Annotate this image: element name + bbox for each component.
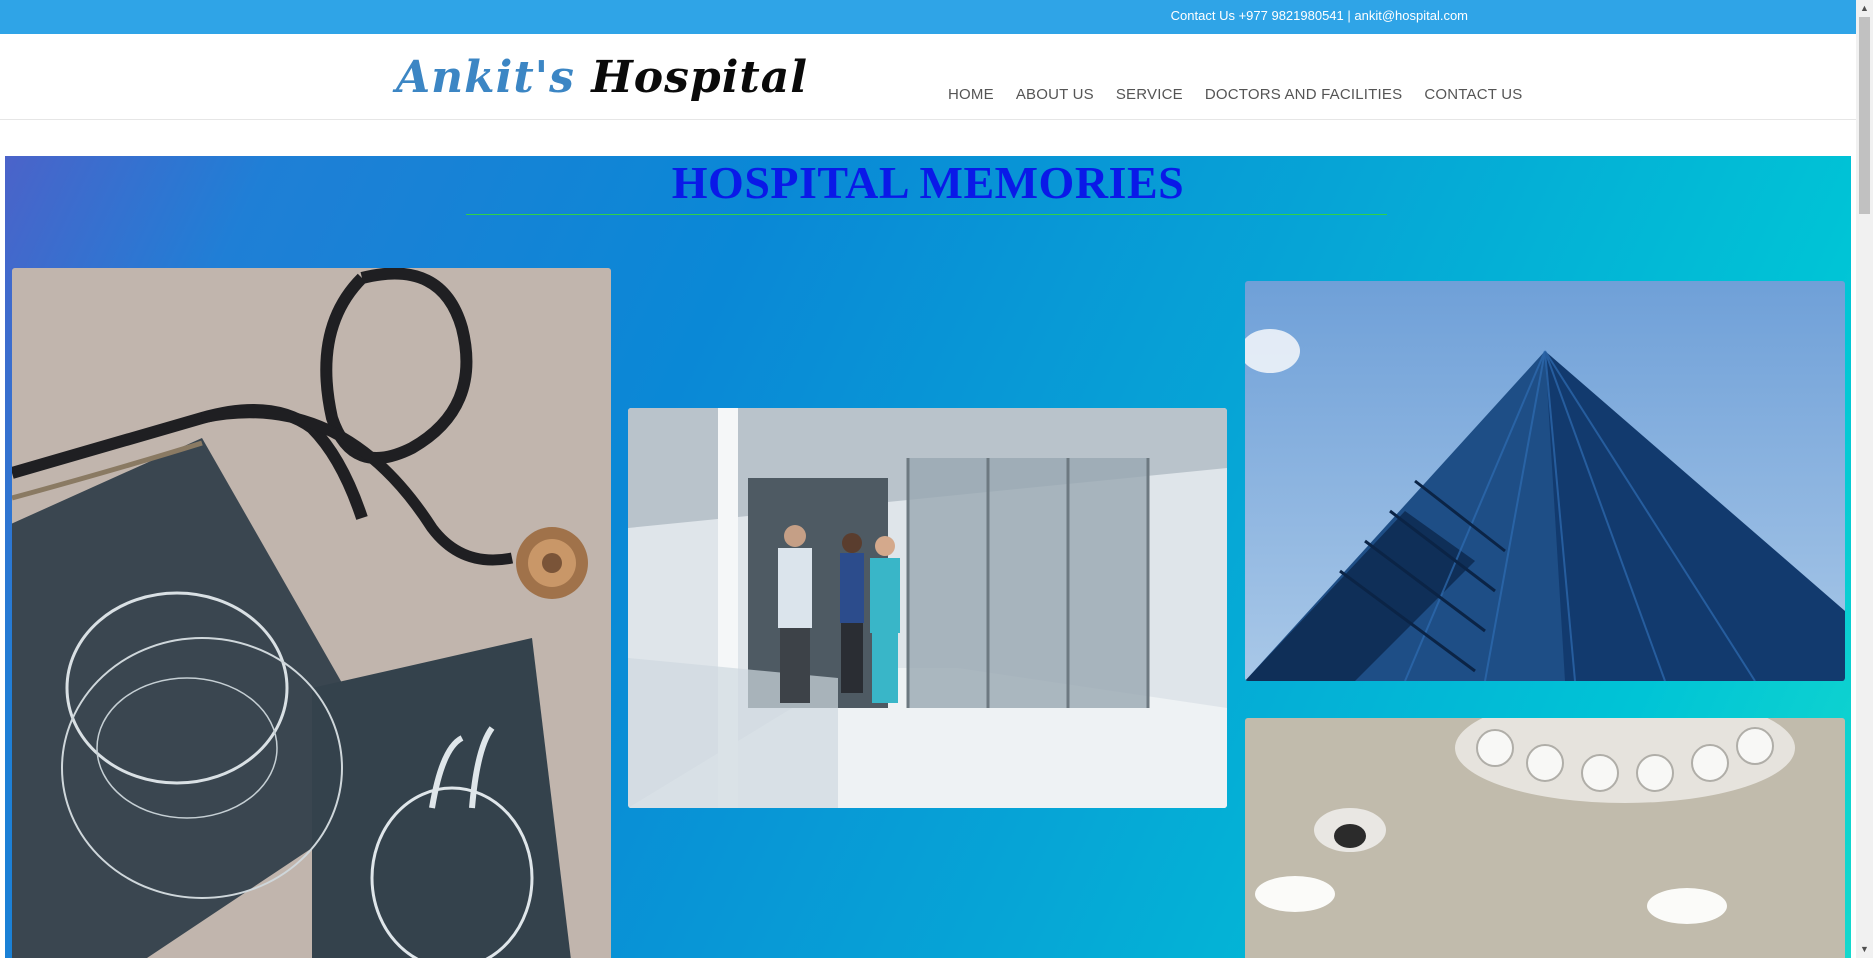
title-underline (466, 214, 1387, 215)
corridor-image (628, 408, 1227, 808)
logo-part2: Hospital (591, 52, 808, 103)
nav-doctors-facilities[interactable]: DOCTORS AND FACILITIES (1205, 86, 1403, 103)
gallery-title: HOSPITAL MEMORIES (671, 157, 1185, 208)
hospital-corridor-staff-photo (628, 408, 1227, 808)
nav-about-us[interactable]: ABOUT US (1016, 86, 1094, 103)
site-logo[interactable]: Ankit's Hospital (396, 52, 808, 103)
main-nav: HOME ABOUT US SERVICE DOCTORS AND FACILI… (948, 86, 1522, 103)
gallery-section: HOSPITAL MEMORIES (5, 156, 1851, 958)
scroll-up-icon[interactable]: ▲ (1856, 0, 1873, 17)
page-scrollbar[interactable]: ▲ ▼ (1856, 0, 1873, 958)
stethoscope-anatomy-photo (12, 268, 611, 958)
nav-home[interactable]: HOME (948, 86, 994, 103)
nav-service[interactable]: SERVICE (1116, 86, 1183, 103)
scrollbar-thumb[interactable] (1859, 17, 1870, 214)
stethoscope-anatomy-image (12, 268, 611, 958)
glass-building-image (1245, 281, 1845, 681)
site-header: Ankit's Hospital HOME ABOUT US SERVICE D… (0, 34, 1856, 120)
operating-lights-image (1245, 718, 1845, 958)
logo-part1: Ankit's (396, 52, 575, 103)
operating-room-lights-photo (1245, 718, 1845, 958)
contact-info: Contact Us +977 9821980541 | ankit@hospi… (1170, 8, 1468, 23)
top-contact-bar: Contact Us +977 9821980541 | ankit@hospi… (0, 0, 1856, 34)
nav-contact-us[interactable]: CONTACT US (1424, 86, 1522, 103)
scroll-down-icon[interactable]: ▼ (1856, 941, 1873, 958)
glass-building-photo (1245, 281, 1845, 681)
